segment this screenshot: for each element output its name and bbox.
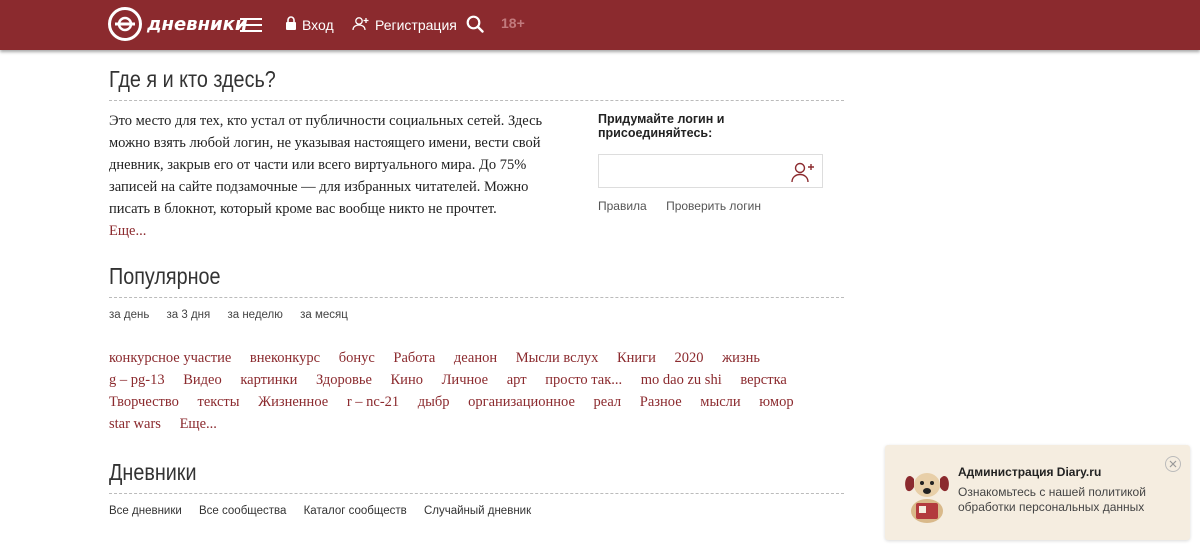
tag-link[interactable]: мысли	[700, 394, 740, 410]
divider	[109, 297, 844, 298]
about-title: Где я и кто здесь?	[109, 66, 276, 92]
about-text-block: Это место для тех, кто устал от публично…	[109, 110, 569, 242]
logo-icon	[108, 7, 142, 41]
tag-link[interactable]: организационное	[468, 394, 575, 410]
lock-icon	[285, 16, 297, 34]
login-link[interactable]: Вход	[285, 0, 334, 50]
all-diaries-link[interactable]: Все дневники	[109, 505, 182, 517]
tags-more-link[interactable]: Еще...	[180, 416, 217, 432]
join-form: Придумайте логин и присоединяйтесь: Прав…	[598, 112, 828, 213]
logo-text: дневники	[147, 13, 248, 35]
all-communities-link[interactable]: Все сообщества	[199, 505, 286, 517]
tag-link[interactable]: 2020	[675, 350, 704, 366]
tag-link[interactable]: r – nc-21	[347, 394, 399, 410]
menu-icon[interactable]	[240, 14, 262, 34]
join-title: Придумайте логин и присоединяйтесь:	[598, 112, 725, 140]
tag-link[interactable]: Разное	[640, 394, 682, 410]
dog-avatar-icon	[901, 461, 953, 530]
top-navigation-bar: дневники Вход Регистрация 18+	[0, 0, 1200, 50]
period-month[interactable]: за месяц	[300, 309, 348, 321]
random-diary-link[interactable]: Случайный дневник	[424, 505, 531, 517]
period-week[interactable]: за неделю	[227, 309, 282, 321]
check-login-link[interactable]: Проверить логин	[666, 199, 761, 213]
about-more-link[interactable]: Еще...	[109, 220, 569, 242]
register-label: Регистрация	[375, 17, 457, 33]
search-icon[interactable]	[466, 15, 484, 38]
tag-link[interactable]: дыбр	[418, 394, 450, 410]
tag-link[interactable]: mo dao zu shi	[641, 372, 722, 388]
tag-link[interactable]: Здоровье	[316, 372, 372, 388]
divider	[109, 493, 844, 494]
tag-link[interactable]: Видео	[183, 372, 222, 388]
toast-title: Администрация Diary.ru	[958, 465, 1102, 479]
tag-link[interactable]: Жизненное	[258, 394, 328, 410]
period-3days[interactable]: за 3 дня	[167, 309, 211, 321]
close-icon[interactable]	[1165, 456, 1181, 472]
user-plus-icon[interactable]	[790, 161, 816, 188]
login-label: Вход	[302, 17, 334, 33]
diaries-links: Все дневники Все сообщества Каталог сооб…	[109, 505, 545, 517]
diaries-title: Дневники	[109, 459, 197, 485]
user-plus-icon	[352, 16, 370, 34]
tag-link[interactable]: Книги	[617, 350, 656, 366]
login-input[interactable]	[598, 154, 823, 188]
join-links: Правила Проверить логин	[598, 199, 828, 213]
tag-link[interactable]: g – pg-13	[109, 372, 165, 388]
tag-link[interactable]: Личное	[442, 372, 489, 388]
period-filter: за день за 3 дня за неделю за месяц	[109, 309, 362, 321]
tag-link[interactable]: тексты	[198, 394, 240, 410]
popular-title: Популярное	[109, 263, 221, 289]
tag-link[interactable]: просто так...	[545, 372, 622, 388]
about-text: Это место для тех, кто устал от публично…	[109, 113, 543, 217]
tag-link[interactable]: бонус	[339, 350, 375, 366]
tag-cloud: конкурсное участие внеконкурс бонус Рабо…	[109, 347, 849, 435]
site-logo[interactable]: дневники	[108, 7, 247, 41]
tag-link[interactable]: реал	[594, 394, 622, 410]
notification-toast[interactable]: Администрация Diary.ru Ознакомьтесь с на…	[885, 445, 1190, 540]
tag-link[interactable]: Мысли вслух	[516, 350, 599, 366]
rules-link[interactable]: Правила	[598, 199, 647, 213]
tag-link[interactable]: жизнь	[722, 350, 760, 366]
tag-link[interactable]: деанон	[454, 350, 497, 366]
toast-text: Ознакомьтесь с нашей политикой обработки…	[958, 485, 1146, 514]
divider	[109, 100, 844, 101]
tag-link[interactable]: Творчество	[109, 394, 179, 410]
tag-link[interactable]: картинки	[240, 372, 297, 388]
tag-link[interactable]: Кино	[391, 372, 423, 388]
tag-link[interactable]: юмор	[759, 394, 793, 410]
tag-link[interactable]: арт	[507, 372, 527, 388]
register-link[interactable]: Регистрация	[352, 0, 457, 50]
tag-link[interactable]: внеконкурс	[250, 350, 320, 366]
tag-link[interactable]: верстка	[740, 372, 786, 388]
period-day[interactable]: за день	[109, 309, 149, 321]
tag-link[interactable]: star wars	[109, 416, 161, 432]
communities-catalog-link[interactable]: Каталог сообществ	[304, 505, 407, 517]
age-badge: 18+	[501, 15, 525, 31]
tag-link[interactable]: Работа	[393, 350, 435, 366]
tag-link[interactable]: конкурсное участие	[109, 350, 231, 366]
